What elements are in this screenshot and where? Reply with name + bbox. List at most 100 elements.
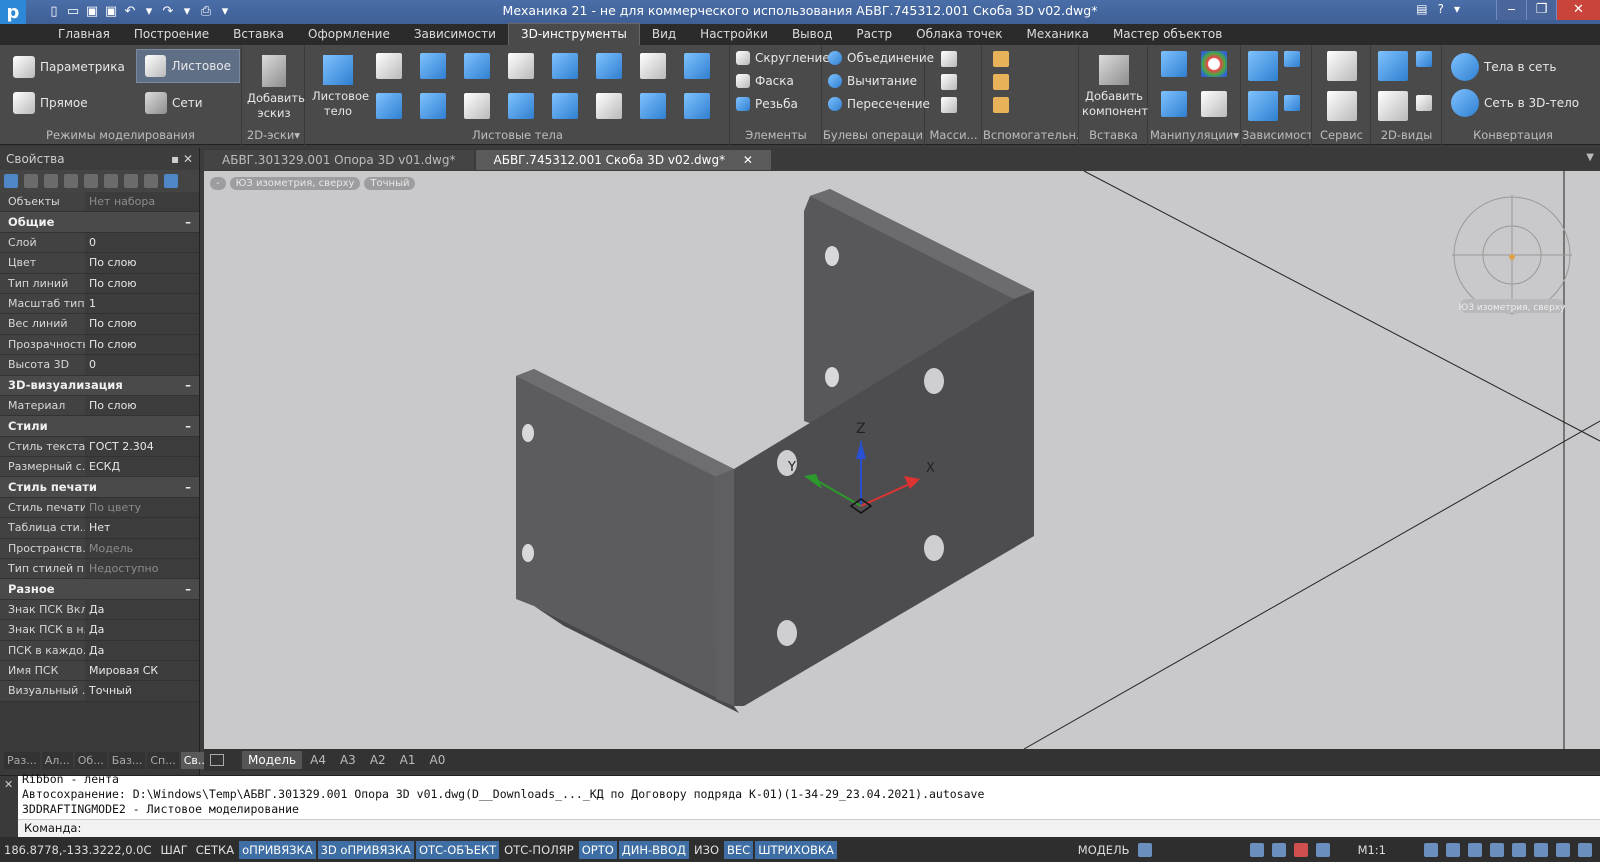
mesh-to-solid-button[interactable]: Сеть в 3D-тело <box>1451 89 1579 117</box>
layout-tab-model[interactable]: Модель <box>242 751 303 769</box>
bodies-to-mesh-button[interactable]: Тела в сеть <box>1451 53 1556 81</box>
annotation-icon[interactable] <box>1137 842 1152 857</box>
layout-tab[interactable]: А4 <box>304 751 332 769</box>
dimension-constraint-icon[interactable] <box>1248 91 1278 121</box>
menu-tab[interactable]: Настройки <box>688 24 780 45</box>
status-toggle[interactable]: ОТС-ОБЪЕКТ <box>415 840 500 859</box>
sheet-tool-icon[interactable] <box>552 53 578 79</box>
property-value[interactable]: По слою <box>85 253 199 273</box>
sort-icon[interactable] <box>104 174 118 188</box>
base-view-icon[interactable] <box>1378 51 1408 81</box>
category-icon[interactable] <box>124 174 138 188</box>
menu-tab[interactable]: Вставка <box>221 24 296 45</box>
property-value[interactable]: ГОСТ 2.304 <box>85 436 199 457</box>
sheet-tool-icon[interactable] <box>640 53 666 79</box>
property-value[interactable]: Модель <box>85 538 199 559</box>
thread-button[interactable]: Резьба <box>736 97 798 111</box>
workspace-switch-icon[interactable] <box>1556 842 1570 857</box>
pan-icon[interactable] <box>1424 842 1438 857</box>
lightbulb-icon[interactable] <box>1271 842 1286 857</box>
annotation-scale[interactable]: М1:1 <box>1358 843 1386 857</box>
collapse-icon[interactable]: – <box>185 215 191 229</box>
subtract-button[interactable]: Вычитание <box>828 74 917 88</box>
status-toggle[interactable]: 3D оПРИВЯЗКА <box>317 840 414 859</box>
move-3d-icon[interactable] <box>1161 51 1187 77</box>
toggle-pickadd-icon[interactable] <box>84 174 98 188</box>
menu-tab[interactable]: Вид <box>640 24 688 45</box>
document-tab[interactable]: АБВГ.301329.001 Опора 3D v01.dwg* <box>204 150 474 170</box>
redo-dropdown-icon[interactable]: ▾ <box>179 4 195 20</box>
panel-close-icon[interactable]: ✕ <box>183 152 193 166</box>
property-section[interactable]: Стиль печати – <box>0 477 199 498</box>
save-all-icon[interactable]: ▣ <box>103 4 119 20</box>
view-compass[interactable] <box>1452 195 1572 315</box>
orbit-icon[interactable] <box>1512 842 1526 857</box>
redo-icon[interactable]: ↷ <box>160 4 176 20</box>
sheet-tool-icon[interactable] <box>552 93 578 119</box>
menu-tab[interactable]: Главная <box>46 24 122 45</box>
panel-tab[interactable]: Баз... <box>108 752 146 769</box>
property-section[interactable]: Общие – <box>0 212 199 233</box>
collapse-icon[interactable]: – <box>185 480 191 494</box>
sheet-tool-icon[interactable] <box>376 53 402 79</box>
menu-tab[interactable]: Механика <box>1015 24 1101 45</box>
property-value[interactable]: По цвету <box>85 497 199 518</box>
add-sketch-button[interactable]: Добавить эскиз <box>247 55 305 121</box>
save-icon[interactable]: ▣ <box>84 4 100 20</box>
layout-tab[interactable]: А0 <box>424 751 452 769</box>
panel-tab[interactable]: Раз... <box>4 752 40 769</box>
app-logo-icon[interactable]: р <box>0 0 26 24</box>
array-rect-icon[interactable] <box>941 51 957 67</box>
section-view-icon[interactable] <box>1416 95 1432 111</box>
flat-view-icon[interactable] <box>1378 91 1408 121</box>
add-component-button[interactable]: Добавить компонент <box>1082 55 1148 119</box>
array-polar-icon[interactable] <box>941 74 957 90</box>
sheet-tool-icon[interactable] <box>420 53 446 79</box>
model-space-toggle[interactable]: МОДЕЛЬ <box>1078 843 1130 857</box>
status-toggle[interactable]: ИЗО <box>691 841 722 859</box>
help-icon[interactable]: ? <box>1438 2 1444 16</box>
property-value[interactable]: Да <box>85 599 199 620</box>
collapse-icon[interactable]: – <box>185 378 191 392</box>
show-constraints-icon[interactable] <box>1284 95 1300 111</box>
pin-icon[interactable]: ▪ <box>171 152 179 166</box>
menu-tab[interactable]: Построение <box>122 24 221 45</box>
property-value[interactable]: 0 <box>85 355 199 375</box>
section-icon[interactable] <box>1327 91 1357 121</box>
status-menu-icon[interactable] <box>1578 842 1592 857</box>
property-section[interactable]: Разное – <box>0 579 199 600</box>
layout-tab[interactable]: А3 <box>334 751 362 769</box>
zoom-extents-icon[interactable] <box>1490 842 1504 857</box>
status-toggle[interactable]: ДИН-ВВОД <box>618 840 689 859</box>
status-toggle[interactable]: ШАГ <box>158 841 191 859</box>
menu-tab[interactable]: 3D-инструменты <box>507 23 640 45</box>
sheet-tool-icon[interactable] <box>464 93 490 119</box>
align-3d-icon[interactable] <box>1161 91 1187 117</box>
property-section[interactable]: Стили – <box>0 416 199 437</box>
point-icon[interactable] <box>993 74 1009 90</box>
sheet-body-button[interactable]: Листовое тело <box>312 55 369 119</box>
mode-parametric-button[interactable]: Параметрика <box>10 53 128 81</box>
property-section[interactable]: 3D-визуализация – <box>0 375 199 396</box>
service-icon[interactable] <box>1327 51 1357 81</box>
ucs-status-icon[interactable] <box>1315 842 1330 857</box>
menu-tab[interactable]: Вывод <box>780 24 844 45</box>
status-toggle[interactable]: ОРТО <box>578 840 617 859</box>
constraint-small-icon[interactable] <box>1284 51 1300 67</box>
close-button[interactable]: ✕ <box>1556 0 1600 20</box>
sheet-tool-icon[interactable] <box>596 93 622 119</box>
clear-icon[interactable] <box>144 174 158 188</box>
chamfer-button[interactable]: Фаска <box>736 74 794 88</box>
sheet-tool-icon[interactable] <box>376 93 402 119</box>
status-toggle[interactable]: СЕТКА <box>193 841 237 859</box>
status-toggle[interactable]: ВЕС <box>724 840 754 859</box>
tabs-overflow-icon[interactable]: ▼ <box>1586 152 1594 163</box>
zoom-icon[interactable] <box>1446 842 1460 857</box>
undo-dropdown-icon[interactable]: ▾ <box>141 4 157 20</box>
command-input[interactable]: Команда: <box>18 819 1600 837</box>
menu-tab[interactable]: Мастер объектов <box>1101 24 1234 45</box>
status-toggle[interactable]: ШТРИХОВКА <box>755 840 837 859</box>
mode-sheet-button[interactable]: Листовое <box>136 49 240 83</box>
group-label[interactable]: 2D-эски▾ <box>243 128 304 142</box>
rotate-3d-icon[interactable] <box>1201 51 1227 77</box>
